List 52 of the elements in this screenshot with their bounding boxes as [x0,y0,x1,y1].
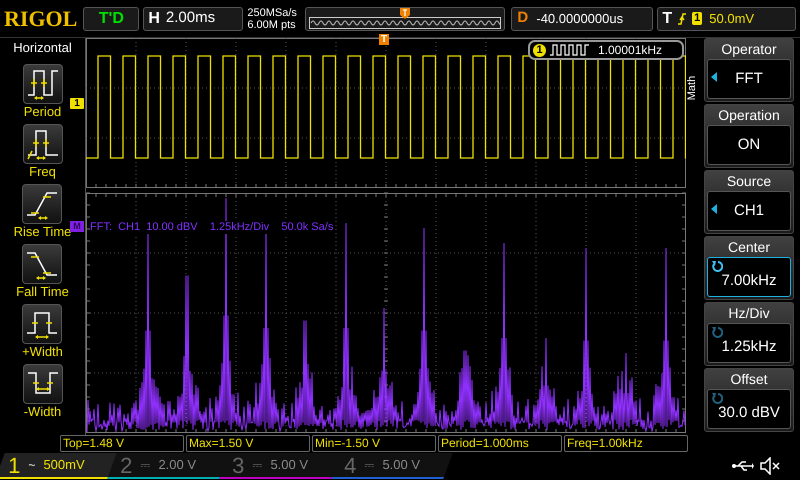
rotate-knob-icon [711,326,723,338]
softkey-label: Operation [717,106,781,125]
softkey-value[interactable]: FFT [707,59,791,99]
softkey-value[interactable]: 30.0 dBV [707,389,791,429]
channel-badge: 1 [533,44,546,56]
trigger-field[interactable]: T 1 50.0mV [657,6,796,30]
softkey-value[interactable]: ON [707,125,791,165]
trigger-level: 50.0mV [709,10,754,28]
channel-button[interactable]: 3 ⎓ 5.00 V [219,453,341,479]
horizontal-scale-field[interactable]: H 2.00ms [143,6,244,30]
horizontal-value: 2.00ms [166,8,216,28]
rotate-knob-icon [711,392,723,404]
rising-edge-icon [677,12,688,26]
trigger-label: T [662,8,672,28]
measurement-readout: Max=1.50 V [186,435,310,452]
softkey-value[interactable]: 7.00kHz [707,257,791,297]
softkey-value[interactable]: CH1 [707,191,791,231]
delay-field[interactable]: D -40.0000000us [511,6,654,30]
left-triangle-icon [711,204,717,214]
channel-button[interactable]: 4 ⎓ 5.00 V [331,453,453,479]
channel-button[interactable]: 2 ⎓ 2.00 V [107,453,229,479]
left-triangle-icon [711,72,717,82]
softkey-label: Hz/Div [727,304,771,323]
horizontal-label: H [148,8,160,28]
measurement-readout: Freq=1.00kHz [564,435,688,452]
memory-depth: 6.00M pts [247,18,297,30]
channel-button[interactable]: 1 ~ 500mV [0,453,117,479]
softkey-label: Operator [720,40,778,59]
frequency-value: 1.00001kHz [598,42,662,59]
trigger-channel-badge: 1 [692,12,702,25]
menu-tab-label[interactable]: Math [686,76,698,100]
softkey-value[interactable]: 1.25kHz [707,323,791,363]
brand-logo: RIGOL [4,8,78,30]
delay-value: -40.0000000us [536,10,624,28]
softkey-label: Source [726,172,772,191]
run-status: T'D [83,6,140,30]
delay-label: D [517,8,530,28]
fft-info-label: FFT: CH1 10.00 dBV 1.25kHz/Div 50.0k Sa/s [90,221,334,234]
measurement-readout: Top=1.48 V [60,435,184,452]
usb-icon [732,460,754,472]
channel-1-marker[interactable]: 1 [70,98,84,109]
trigger-position-icon [400,8,410,18]
sample-rate: 250MSa/s [247,6,298,18]
measurement-button[interactable]: Rise Time [14,184,72,240]
pulse-train-icon [550,44,590,56]
softkey-label: Offset [729,370,769,389]
measurement-readout: Min=-1.50 V [312,435,436,452]
rotate-knob-icon [711,260,723,272]
softkey-label: Center [726,238,772,257]
measurement-readout: Period=1.000ms [438,435,562,452]
speaker-muted-icon [760,457,780,475]
menu-title: Horizontal [13,39,72,57]
